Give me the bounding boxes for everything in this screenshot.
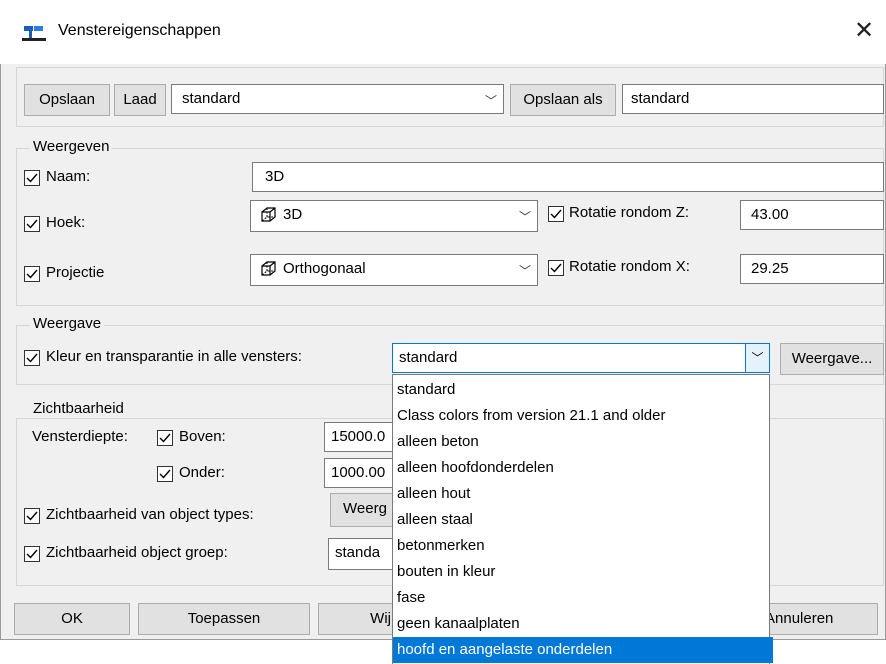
rot-z-checkbox[interactable] — [548, 206, 564, 222]
preset-value: standard — [182, 90, 241, 107]
hoek-value: 3D — [283, 206, 303, 223]
hoek-select[interactable]: 3D ﹀ — [250, 200, 538, 232]
load-button[interactable]: Laad — [114, 84, 166, 116]
projectie-select[interactable]: Orthogonaal ﹀ — [250, 254, 538, 286]
close-icon[interactable]: ✕ — [850, 16, 878, 46]
window-title: Venstereigenschappen — [58, 22, 221, 39]
projectie-value: Orthogonaal — [283, 260, 366, 277]
cube-icon — [259, 260, 277, 278]
rot-x-input[interactable]: 29.25 — [740, 254, 884, 284]
hoek-checkbox[interactable] — [24, 216, 40, 232]
object-groep-label: Zichtbaarheid object groep: — [46, 544, 228, 561]
weergeven-legend: Weergeven — [30, 138, 113, 155]
weergave-button[interactable]: Weergave... — [780, 343, 884, 375]
naam-input[interactable]: 3D — [252, 162, 884, 192]
dropdown-option[interactable]: alleen hout — [393, 481, 773, 507]
apply-button[interactable]: Toepassen — [138, 603, 310, 635]
dropdown-option[interactable]: bouten in kleur — [393, 559, 773, 585]
kleur-label: Kleur en transparantie in alle vensters: — [46, 348, 302, 365]
rot-x-checkbox[interactable] — [548, 260, 564, 276]
chevron-down-icon: ﹀ — [518, 210, 531, 224]
kleur-select[interactable]: standard ﹀ — [392, 343, 770, 373]
boven-checkbox[interactable] — [157, 430, 173, 446]
kleur-checkbox[interactable] — [24, 350, 40, 366]
dropdown-option[interactable]: hoofd en aangelaste onderdelen — [393, 637, 773, 663]
preset-select[interactable]: standard ﹀ — [171, 84, 504, 114]
save-as-button[interactable]: Opslaan als — [510, 84, 616, 116]
save-as-name-input[interactable]: standard — [622, 84, 884, 114]
dropdown-option[interactable]: standard — [393, 377, 773, 403]
dropdown-option[interactable]: alleen beton — [393, 429, 773, 455]
dropdown-option[interactable]: alleen staal — [393, 507, 773, 533]
onder-checkbox[interactable] — [157, 466, 173, 482]
onder-input[interactable]: 1000.00 — [324, 458, 394, 488]
projectie-label: Projectie — [46, 264, 105, 281]
rot-z-label: Rotatie rondom Z: — [569, 204, 690, 221]
hoek-label: Hoek: — [46, 214, 86, 231]
kleur-dropdown-list: standard Class colors from version 21.1 a… — [392, 374, 773, 664]
cube-icon — [259, 206, 277, 224]
kleur-value: standard — [399, 349, 458, 366]
boven-input[interactable]: 15000.0 — [324, 422, 394, 452]
modify-button[interactable]: Wij — [318, 603, 398, 635]
dropdown-option[interactable]: geen kanaalplaten — [393, 611, 773, 637]
app-icon — [22, 25, 46, 41]
boven-label: Boven: — [179, 428, 226, 445]
object-types-label: Zichtbaarheid van object types: — [46, 506, 254, 523]
onder-label: Onder: — [179, 464, 225, 481]
chevron-down-icon: ﹀ — [484, 94, 497, 108]
object-groep-select[interactable]: standa — [328, 538, 398, 570]
object-groep-checkbox[interactable] — [24, 546, 40, 562]
object-types-button[interactable]: Weerg — [330, 493, 400, 527]
dropdown-option[interactable]: betonmerken — [393, 533, 773, 559]
rot-x-label: Rotatie rondom X: — [569, 258, 690, 275]
dropdown-option[interactable]: alleen hoofdonderdelen — [393, 455, 773, 481]
save-button[interactable]: Opslaan — [24, 84, 110, 116]
naam-checkbox[interactable] — [24, 170, 40, 186]
zichtbaarheid-legend: Zichtbaarheid — [30, 400, 127, 417]
naam-label: Naam: — [46, 168, 91, 185]
chevron-down-icon[interactable]: ﹀ — [745, 344, 769, 372]
object-types-checkbox[interactable] — [24, 508, 40, 524]
chevron-down-icon: ﹀ — [518, 264, 531, 278]
dropdown-option[interactable]: fase — [393, 585, 773, 611]
vensterdiepte-label: Vensterdiepte: — [32, 428, 128, 445]
dropdown-option[interactable]: Class colors from version 21.1 and older — [393, 403, 773, 429]
rot-z-input[interactable]: 43.00 — [740, 200, 884, 230]
ok-button[interactable]: OK — [14, 603, 130, 635]
weergave-legend: Weergave — [30, 315, 105, 332]
projectie-checkbox[interactable] — [24, 266, 40, 282]
